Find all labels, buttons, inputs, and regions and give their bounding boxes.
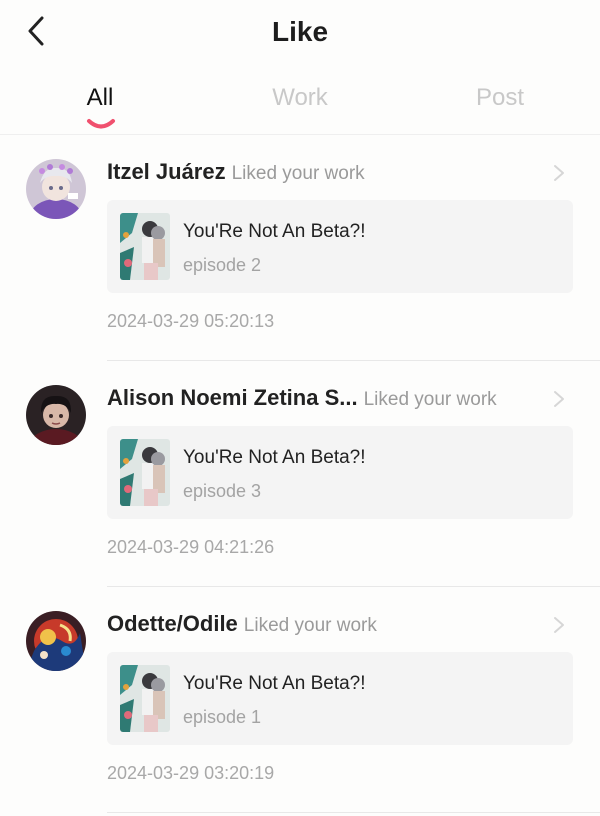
- episode-label: episode 2: [183, 255, 262, 275]
- work-title: You'Re Not An Beta?!: [183, 447, 366, 468]
- cover-image: [120, 439, 170, 506]
- episode-label: episode 1: [183, 707, 262, 727]
- timestamp: 2024-03-29 03:20:19: [107, 763, 275, 783]
- chevron-right-icon[interactable]: [552, 389, 566, 409]
- tab-bar: All Work Post: [0, 78, 600, 134]
- tab-work[interactable]: Work: [240, 84, 360, 112]
- timestamp: 2024-03-29 05:20:13: [107, 311, 275, 331]
- avatar[interactable]: [26, 385, 86, 445]
- avatar-image: [26, 385, 86, 445]
- list-item[interactable]: Odette/Odile Liked your work You'Re Not …: [0, 587, 600, 813]
- action-text: Liked your work: [231, 163, 365, 184]
- cover-image: [120, 665, 170, 732]
- active-tab-indicator: [87, 119, 115, 129]
- cover-image: [120, 213, 170, 280]
- episode-label: episode 3: [183, 481, 262, 501]
- page-title: Like: [271, 16, 329, 47]
- user-name[interactable]: Alison Noemi Zetina S...: [107, 385, 358, 410]
- chevron-right-icon[interactable]: [552, 163, 566, 183]
- header: Like: [0, 0, 600, 66]
- avatar-image: [26, 159, 86, 219]
- action-text: Liked your work: [243, 615, 377, 636]
- avatar[interactable]: [26, 159, 86, 219]
- like-notification-text: Itzel Juárez Liked your work: [107, 159, 547, 187]
- list-item[interactable]: Alison Noemi Zetina S...Liked your work: [0, 361, 600, 587]
- work-card[interactable]: You'Re Not An Beta?! episode 2: [107, 200, 573, 293]
- tab-post[interactable]: Post: [440, 84, 560, 112]
- like-list: Itzel Juárez Liked your work You'Re Not …: [0, 135, 600, 813]
- work-card[interactable]: You'Re Not An Beta?! episode 3: [107, 426, 573, 519]
- divider: [107, 812, 600, 813]
- tab-all[interactable]: All: [40, 84, 160, 112]
- chevron-right-icon[interactable]: [552, 615, 566, 635]
- user-name[interactable]: Itzel Juárez: [107, 159, 226, 184]
- user-name[interactable]: Odette/Odile: [107, 611, 238, 636]
- work-cover: [120, 665, 170, 732]
- like-notification-text: Odette/Odile Liked your work: [107, 611, 547, 639]
- like-notification-text: Alison Noemi Zetina S... Liked your work: [107, 385, 547, 413]
- work-title: You'Re Not An Beta?!: [183, 673, 366, 694]
- work-card[interactable]: You'Re Not An Beta?! episode 1: [107, 652, 573, 745]
- avatar[interactable]: [26, 611, 86, 671]
- avatar-image: [26, 611, 86, 671]
- work-cover: [120, 439, 170, 506]
- work-title: You'Re Not An Beta?!: [183, 221, 366, 242]
- action-text: Liked your work: [363, 389, 497, 410]
- list-item[interactable]: Itzel Juárez Liked your work You'Re Not …: [0, 135, 600, 361]
- timestamp: 2024-03-29 04:21:26: [107, 537, 275, 557]
- work-cover: [120, 213, 170, 280]
